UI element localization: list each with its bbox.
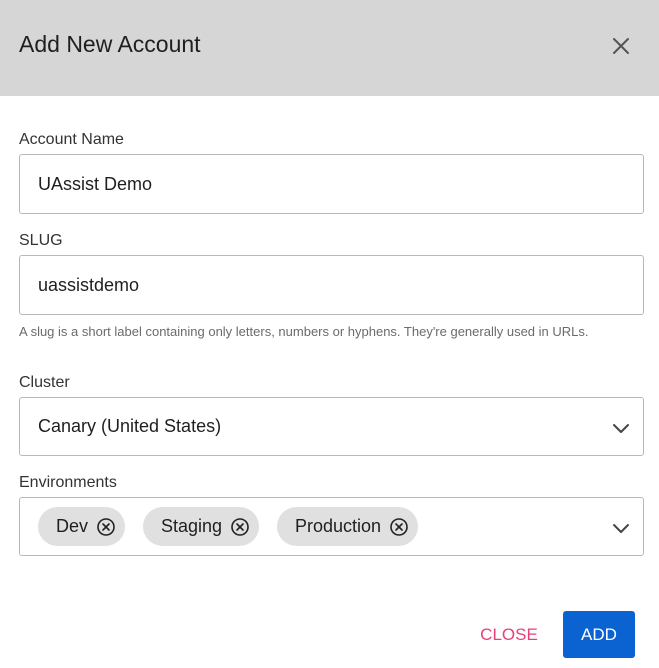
cluster-selected-value: Canary (United States) <box>38 416 222 436</box>
chevron-down-icon[interactable] <box>611 518 631 538</box>
chip-label: Production <box>295 516 382 536</box>
cluster-select[interactable]: Canary (United States) <box>19 397 644 456</box>
add-button[interactable]: ADD <box>563 611 635 658</box>
environment-chip-production: Production <box>277 507 419 546</box>
environment-chip-dev: Dev <box>38 507 126 546</box>
environment-chip-staging: Staging <box>143 507 260 546</box>
close-button[interactable]: CLOSE <box>470 611 548 658</box>
environments-multiselect[interactable]: Dev Staging Production <box>19 497 644 556</box>
remove-circle-icon[interactable] <box>96 517 116 537</box>
remove-circle-icon[interactable] <box>389 517 409 537</box>
account-name-label: Account Name <box>19 131 124 148</box>
chip-label: Dev <box>56 516 89 536</box>
close-icon[interactable] <box>609 34 633 58</box>
dialog-header: Add New Account <box>0 0 659 96</box>
slug-label: SLUG <box>19 232 63 249</box>
environments-label: Environments <box>19 474 117 491</box>
chip-label: Staging <box>161 516 223 536</box>
slug-helper-text: A slug is a short label containing only … <box>19 324 589 339</box>
remove-circle-icon[interactable] <box>230 517 250 537</box>
dialog-title: Add New Account <box>19 31 201 57</box>
slug-input[interactable] <box>19 255 644 315</box>
chevron-down-icon[interactable] <box>611 418 631 438</box>
account-name-input[interactable] <box>19 154 644 214</box>
cluster-label: Cluster <box>19 374 70 391</box>
